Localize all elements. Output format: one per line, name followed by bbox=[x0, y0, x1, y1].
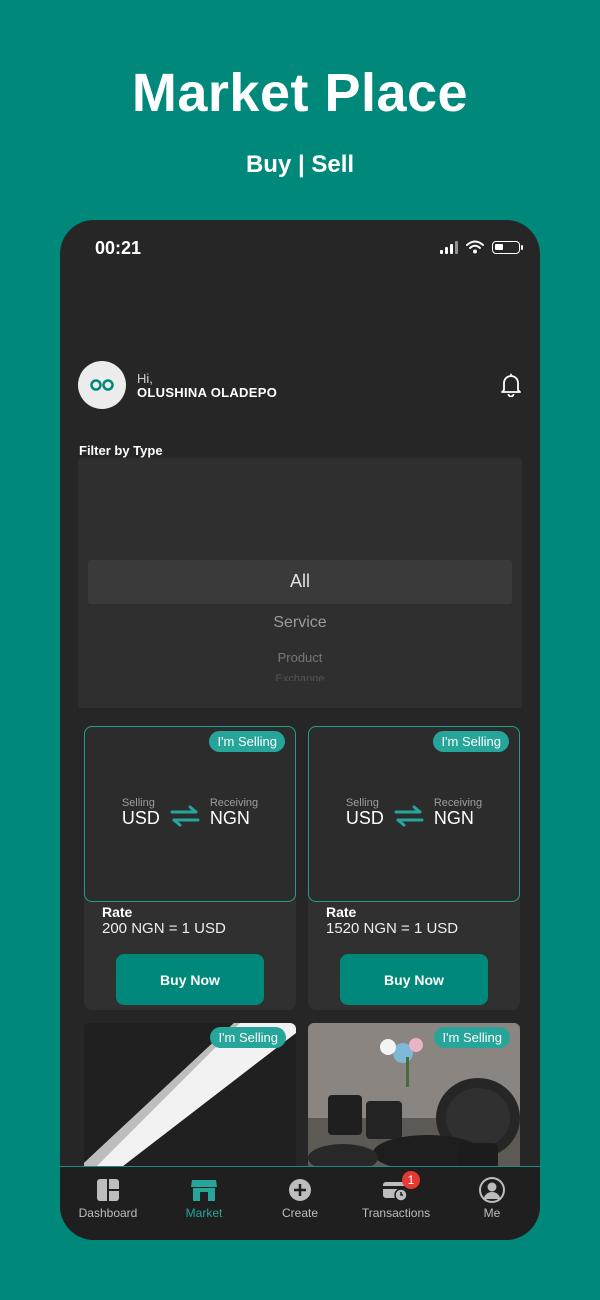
exchange-pair: Selling USD Receiving NGN bbox=[309, 797, 519, 829]
picker-option-service[interactable]: Service bbox=[78, 614, 522, 632]
swap-arrows-icon bbox=[170, 805, 200, 827]
selling-currency: USD bbox=[345, 808, 384, 828]
listing-card[interactable]: I'm Selling Selling USD Receiving NGN Ra… bbox=[84, 726, 296, 1010]
tab-label: Create bbox=[281, 1206, 319, 1220]
bell-icon[interactable] bbox=[500, 373, 522, 397]
promo-title: Market Place bbox=[131, 63, 469, 123]
listing-card-header: I'm Selling Selling USD Receiving NGN bbox=[308, 726, 520, 902]
greeting-text: Hi, bbox=[137, 371, 153, 386]
receiving-currency: NGN bbox=[209, 808, 250, 828]
selling-currency: USD bbox=[121, 808, 160, 828]
picker-option-exchange[interactable]: Exchange bbox=[78, 673, 522, 681]
type-picker[interactable]: All Service Product Exchange bbox=[78, 458, 522, 708]
swap-arrows-icon bbox=[394, 805, 424, 827]
phone-screen: 00:21 Hi, OLUSHINA OLADEPO Filter by Typ… bbox=[60, 220, 540, 1240]
wifi-icon bbox=[466, 240, 484, 254]
user-name: OLUSHINA OLADEPO bbox=[137, 385, 278, 400]
promo-subtitle: Buy | Sell bbox=[245, 151, 355, 178]
tab-label: Dashboard bbox=[78, 1206, 138, 1220]
buy-now-button[interactable]: Buy Now bbox=[116, 954, 264, 1005]
tab-label: Me bbox=[483, 1206, 501, 1220]
picker-option-product[interactable]: Product bbox=[78, 650, 522, 665]
status-icons bbox=[440, 240, 523, 254]
selling-badge: I'm Selling bbox=[209, 731, 285, 752]
tab-transactions[interactable]: Transactions 1 bbox=[348, 1167, 444, 1240]
rate-label: Rate bbox=[326, 904, 357, 920]
avatar[interactable] bbox=[78, 361, 126, 409]
battery-icon bbox=[492, 241, 523, 254]
listing-card[interactable]: I'm Selling Selling USD Receiving NGN Ra… bbox=[308, 726, 520, 1010]
tab-label: Market bbox=[185, 1206, 223, 1220]
picker-option-all[interactable]: All bbox=[78, 571, 522, 592]
tab-create[interactable]: Create bbox=[252, 1167, 348, 1240]
tab-label: Transactions bbox=[361, 1206, 431, 1220]
receiving-currency: NGN bbox=[433, 808, 474, 828]
rate-label: Rate bbox=[102, 904, 133, 920]
selling-badge: I'm Selling bbox=[210, 1027, 286, 1048]
signal-icon bbox=[440, 241, 458, 254]
listing-card-header: I'm Selling Selling USD Receiving NGN bbox=[84, 726, 296, 902]
market-icon bbox=[191, 1180, 217, 1201]
status-time: 00:21 bbox=[95, 238, 142, 258]
tab-market[interactable]: Market bbox=[156, 1167, 252, 1240]
rate-value: 200 NGN = 1 USD bbox=[102, 920, 226, 937]
selling-badge: I'm Selling bbox=[434, 1027, 510, 1048]
filter-label: Filter by Type bbox=[79, 443, 163, 458]
avatar-initials-icon bbox=[90, 379, 114, 391]
rate-value: 1520 NGN = 1 USD bbox=[326, 920, 459, 937]
product-card[interactable]: I'm Selling bbox=[308, 1023, 520, 1173]
dashboard-icon bbox=[97, 1179, 119, 1201]
plus-circle-icon bbox=[289, 1179, 311, 1201]
bottom-tab-bar: Dashboard Market Create Transactions 1 M… bbox=[60, 1166, 540, 1240]
selling-badge: I'm Selling bbox=[433, 731, 509, 752]
user-icon bbox=[479, 1177, 505, 1203]
tab-dashboard[interactable]: Dashboard bbox=[60, 1167, 156, 1240]
exchange-pair: Selling USD Receiving NGN bbox=[85, 797, 295, 829]
notification-badge: 1 bbox=[402, 1171, 420, 1189]
buy-now-button[interactable]: Buy Now bbox=[340, 954, 488, 1005]
product-card[interactable]: I'm Selling bbox=[84, 1023, 296, 1173]
tab-me[interactable]: Me bbox=[444, 1167, 540, 1240]
